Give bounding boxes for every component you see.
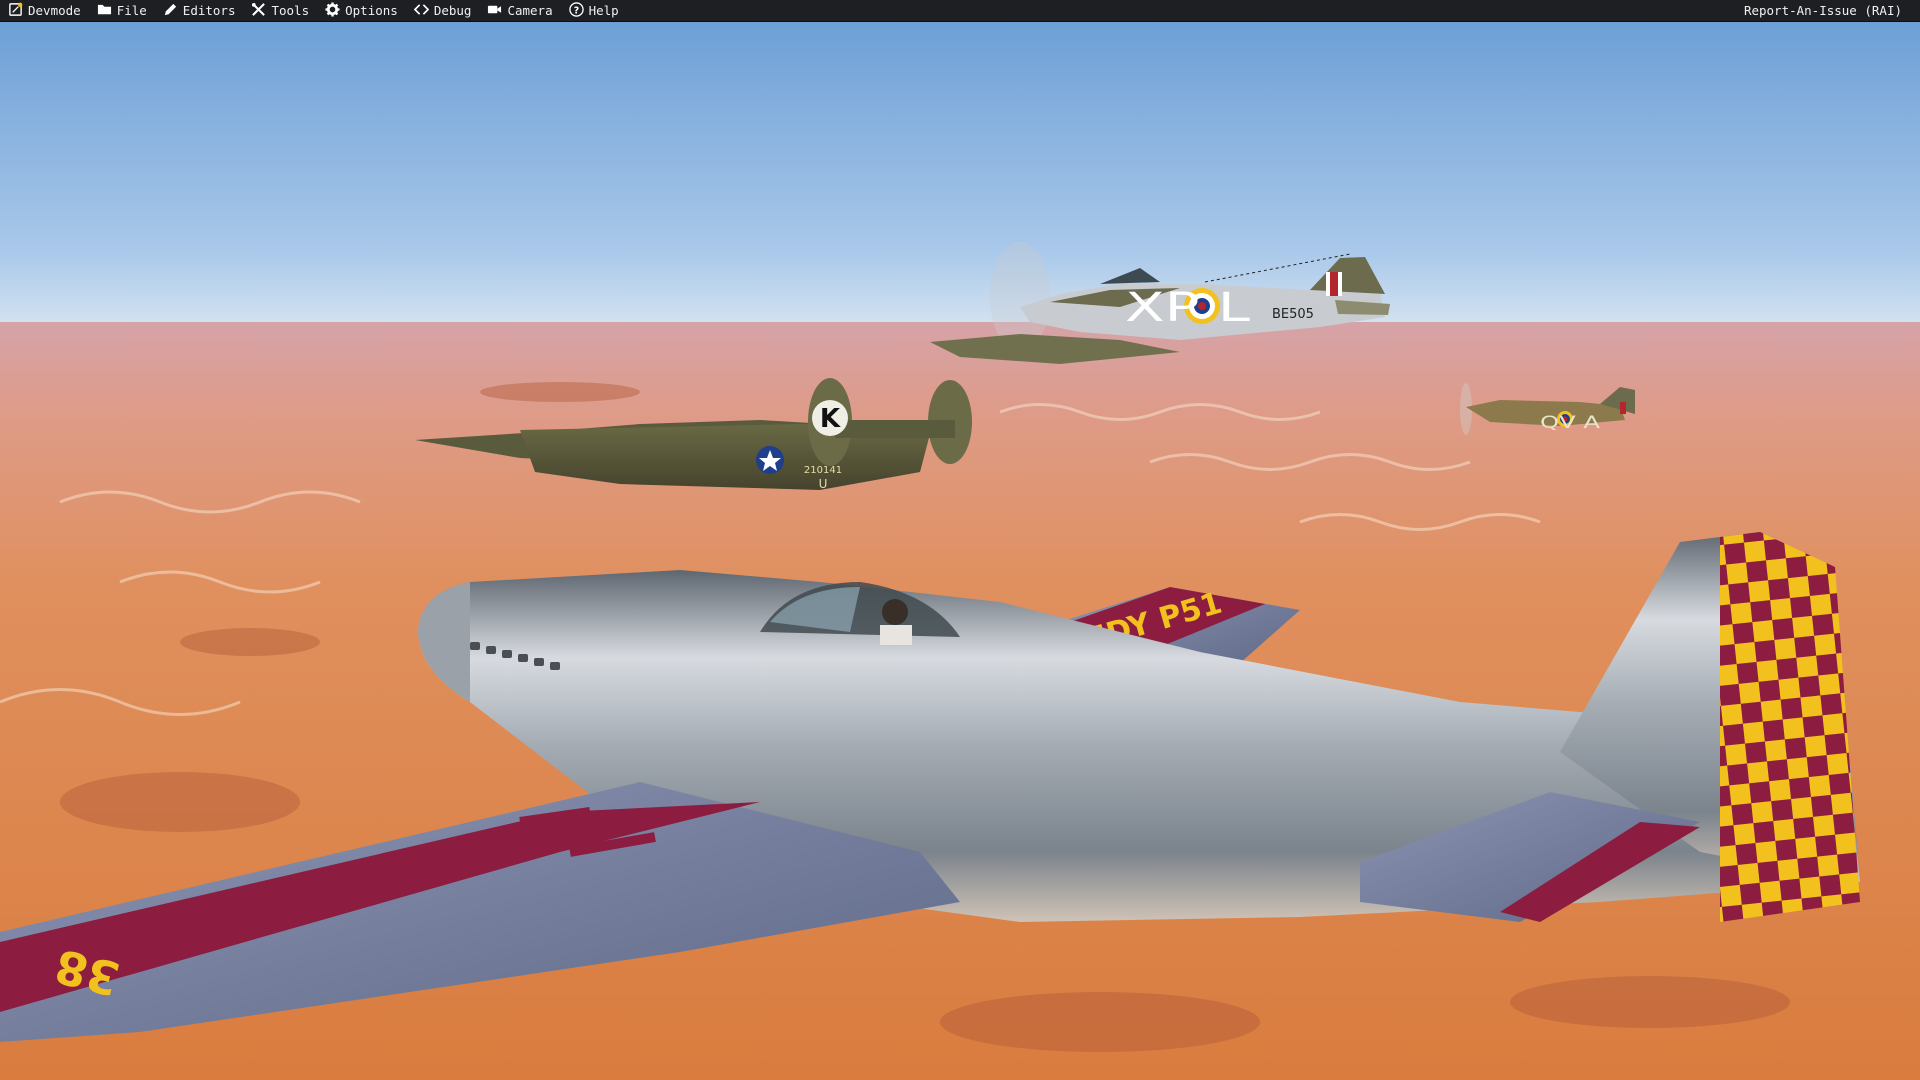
liberator-letter: K: [820, 404, 841, 434]
report-an-issue-label: Report-An-Issue (RAI): [1743, 3, 1902, 18]
gear-icon: [325, 1, 340, 20]
menu-debug[interactable]: Debug: [406, 0, 480, 22]
code-icon: [413, 2, 430, 20]
camera-icon: [487, 2, 502, 20]
menu-editors[interactable]: Editors: [155, 0, 244, 22]
hurricane-code: XP L: [1125, 285, 1251, 331]
liberator-serial: 210141: [804, 465, 842, 476]
tools-icon: [251, 2, 266, 20]
devmode-icon: [8, 2, 23, 20]
menu-bar: Devmode File Editors Tools Options Debug…: [0, 0, 1920, 22]
simulator-viewport[interactable]: XP L BE505 QV A K 210141 U EDY P51 38: [0, 22, 1920, 1080]
menu-debug-label: Debug: [433, 3, 472, 18]
spitfire-code: QV A: [1540, 413, 1601, 433]
pencil-icon: [163, 2, 178, 20]
menu-editors-label: Editors: [182, 3, 236, 18]
menu-devmode[interactable]: Devmode: [0, 0, 89, 22]
folder-icon: [97, 2, 112, 20]
menu-help[interactable]: ? Help: [561, 0, 627, 22]
menu-tools[interactable]: Tools: [243, 0, 317, 22]
menu-help-label: Help: [588, 3, 619, 18]
menu-options[interactable]: Options: [317, 0, 406, 22]
hurricane-serial: BE505: [1272, 307, 1314, 322]
help-icon: ?: [568, 1, 584, 20]
menu-file-label: File: [116, 3, 147, 18]
liberator-sub: U: [819, 477, 828, 491]
menu-tools-label: Tools: [271, 3, 310, 18]
svg-text:?: ?: [573, 5, 578, 16]
menu-camera-label: Camera: [507, 3, 553, 18]
menu-options-label: Options: [345, 3, 398, 18]
menu-camera[interactable]: Camera: [479, 0, 560, 22]
menu-file[interactable]: File: [89, 0, 155, 22]
report-an-issue-button[interactable]: Report-An-Issue (RAI): [1736, 0, 1920, 22]
sky: [0, 22, 1920, 327]
flight-scene: XP L BE505 QV A K 210141 U EDY P51 38: [0, 22, 1920, 1080]
menu-devmode-label: Devmode: [28, 3, 81, 18]
